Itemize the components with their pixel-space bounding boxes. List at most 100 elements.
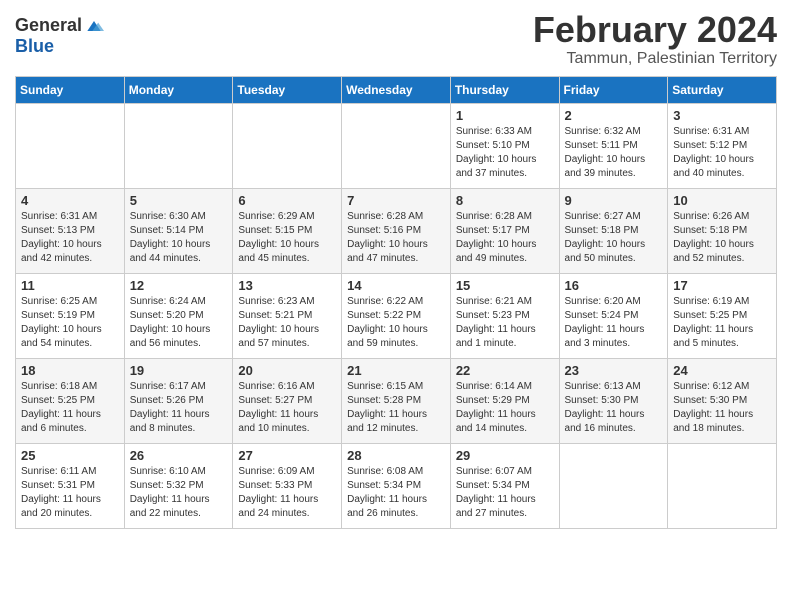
week-row-2: 4Sunrise: 6:31 AMSunset: 5:13 PMDaylight… [16,188,777,273]
calendar-cell: 26 Sunrise: 6:10 AMSunset: 5:32 PMDayligh… [124,443,233,528]
day-number: 2 [565,108,663,123]
day-number: 5 [130,193,228,208]
col-header-sunday: Sunday [16,76,125,103]
day-number: 25 [21,448,119,463]
calendar-cell [16,103,125,188]
day-info: Sunrise: 6:29 AMSunset: 5:15 PMDaylight:… [238,210,336,266]
calendar-cell: 1 Sunrise: 6:33 AMSunset: 5:10 PMDaylight… [450,103,559,188]
day-number: 9 [565,193,663,208]
day-number: 21 [347,363,445,378]
col-header-monday: Monday [124,76,233,103]
day-info: Sunrise: 6:10 AMSunset: 5:32 PMDaylight:… [130,465,228,521]
calendar-cell: 13Sunrise: 6:23 AMSunset: 5:21 PMDayligh… [233,273,342,358]
day-number: 15 [456,278,554,293]
day-info: Sunrise: 6:30 AMSunset: 5:14 PMDaylight:… [130,210,228,266]
day-info: Sunrise: 6:27 AMSunset: 5:18 PMDaylight:… [565,210,663,266]
title-area: February 2024 Tammun, Palestinian Territ… [533,10,777,68]
calendar-cell: 16 Sunrise: 6:20 AMSunset: 5:24 PMDayligh… [559,273,668,358]
day-info: Sunrise: 6:19 AMSunset: 5:25 PMDaylight:… [673,295,771,351]
day-number: 8 [456,193,554,208]
calendar-cell: 28 Sunrise: 6:08 AMSunset: 5:34 PMDayligh… [342,443,451,528]
day-info: Sunrise: 6:33 AMSunset: 5:10 PMDaylight:… [456,125,554,181]
day-info: Sunrise: 6:07 AMSunset: 5:34 PMDaylight:… [456,465,554,521]
calendar-cell: 9 Sunrise: 6:27 AMSunset: 5:18 PMDaylight… [559,188,668,273]
day-info: Sunrise: 6:20 AMSunset: 5:24 PMDaylight:… [565,295,663,351]
month-title: February 2024 [533,10,777,50]
week-row-4: 18Sunrise: 6:18 AMSunset: 5:25 PMDayligh… [16,358,777,443]
logo-icon [84,16,104,36]
day-info: Sunrise: 6:26 AMSunset: 5:18 PMDaylight:… [673,210,771,266]
calendar-cell: 14 Sunrise: 6:22 AMSunset: 5:22 PMDayligh… [342,273,451,358]
col-header-thursday: Thursday [450,76,559,103]
calendar-cell: 24 Sunrise: 6:12 AMSunset: 5:30 PMDayligh… [668,358,777,443]
day-number: 16 [565,278,663,293]
day-info: Sunrise: 6:32 AMSunset: 5:11 PMDaylight:… [565,125,663,181]
day-number: 28 [347,448,445,463]
col-header-friday: Friday [559,76,668,103]
day-info: Sunrise: 6:18 AMSunset: 5:25 PMDaylight:… [21,380,119,436]
day-info: Sunrise: 6:21 AMSunset: 5:23 PMDaylight:… [456,295,554,351]
day-number: 14 [347,278,445,293]
day-info: Sunrise: 6:09 AMSunset: 5:33 PMDaylight:… [238,465,336,521]
calendar-cell [668,443,777,528]
day-info: Sunrise: 6:14 AMSunset: 5:29 PMDaylight:… [456,380,554,436]
day-info: Sunrise: 6:28 AMSunset: 5:17 PMDaylight:… [456,210,554,266]
calendar-cell [124,103,233,188]
logo-general-text: General [15,15,82,36]
calendar-cell: 23Sunrise: 6:13 AMSunset: 5:30 PMDayligh… [559,358,668,443]
header: General Blue February 2024 Tammun, Pales… [15,10,777,68]
day-number: 12 [130,278,228,293]
calendar-cell: 3 Sunrise: 6:31 AMSunset: 5:12 PMDaylight… [668,103,777,188]
day-number: 20 [238,363,336,378]
calendar-cell: 18Sunrise: 6:18 AMSunset: 5:25 PMDayligh… [16,358,125,443]
day-number: 10 [673,193,771,208]
day-info: Sunrise: 6:23 AMSunset: 5:21 PMDaylight:… [238,295,336,351]
calendar-cell: 25 Sunrise: 6:11 AMSunset: 5:31 PMDayligh… [16,443,125,528]
day-number: 4 [21,193,119,208]
day-info: Sunrise: 6:16 AMSunset: 5:27 PMDaylight:… [238,380,336,436]
day-number: 29 [456,448,554,463]
calendar-cell: 4Sunrise: 6:31 AMSunset: 5:13 PMDaylight… [16,188,125,273]
col-header-wednesday: Wednesday [342,76,451,103]
calendar-cell [559,443,668,528]
logo-blue-text: Blue [15,36,54,57]
day-info: Sunrise: 6:31 AMSunset: 5:12 PMDaylight:… [673,125,771,181]
day-info: Sunrise: 6:12 AMSunset: 5:30 PMDaylight:… [673,380,771,436]
calendar-cell: 6 Sunrise: 6:29 AMSunset: 5:15 PMDaylight… [233,188,342,273]
calendar-cell: 22 Sunrise: 6:14 AMSunset: 5:29 PMDayligh… [450,358,559,443]
col-header-tuesday: Tuesday [233,76,342,103]
day-info: Sunrise: 6:22 AMSunset: 5:22 PMDaylight:… [347,295,445,351]
calendar-cell: 11 Sunrise: 6:25 AMSunset: 5:19 PMDayligh… [16,273,125,358]
logo: General Blue [15,15,104,57]
calendar-cell: 17 Sunrise: 6:19 AMSunset: 5:25 PMDayligh… [668,273,777,358]
day-number: 26 [130,448,228,463]
calendar-cell [233,103,342,188]
calendar-header-row: SundayMondayTuesdayWednesdayThursdayFrid… [16,76,777,103]
calendar-cell: 29 Sunrise: 6:07 AMSunset: 5:34 PMDayligh… [450,443,559,528]
day-number: 24 [673,363,771,378]
day-number: 22 [456,363,554,378]
day-number: 1 [456,108,554,123]
col-header-saturday: Saturday [668,76,777,103]
calendar-cell: 12 Sunrise: 6:24 AMSunset: 5:20 PMDayligh… [124,273,233,358]
day-info: Sunrise: 6:24 AMSunset: 5:20 PMDaylight:… [130,295,228,351]
day-number: 11 [21,278,119,293]
day-info: Sunrise: 6:11 AMSunset: 5:31 PMDaylight:… [21,465,119,521]
day-info: Sunrise: 6:13 AMSunset: 5:30 PMDaylight:… [565,380,663,436]
calendar-cell: 2 Sunrise: 6:32 AMSunset: 5:11 PMDaylight… [559,103,668,188]
day-number: 17 [673,278,771,293]
calendar-cell: 19 Sunrise: 6:17 AMSunset: 5:26 PMDayligh… [124,358,233,443]
day-number: 3 [673,108,771,123]
calendar-cell: 21Sunrise: 6:15 AMSunset: 5:28 PMDayligh… [342,358,451,443]
calendar-table: SundayMondayTuesdayWednesdayThursdayFrid… [15,76,777,529]
day-info: Sunrise: 6:08 AMSunset: 5:34 PMDaylight:… [347,465,445,521]
day-number: 19 [130,363,228,378]
day-number: 27 [238,448,336,463]
day-info: Sunrise: 6:17 AMSunset: 5:26 PMDaylight:… [130,380,228,436]
week-row-5: 25 Sunrise: 6:11 AMSunset: 5:31 PMDayligh… [16,443,777,528]
day-number: 6 [238,193,336,208]
day-info: Sunrise: 6:25 AMSunset: 5:19 PMDaylight:… [21,295,119,351]
calendar-cell: 8 Sunrise: 6:28 AMSunset: 5:17 PMDaylight… [450,188,559,273]
calendar-cell: 7Sunrise: 6:28 AMSunset: 5:16 PMDaylight… [342,188,451,273]
week-row-3: 11 Sunrise: 6:25 AMSunset: 5:19 PMDayligh… [16,273,777,358]
